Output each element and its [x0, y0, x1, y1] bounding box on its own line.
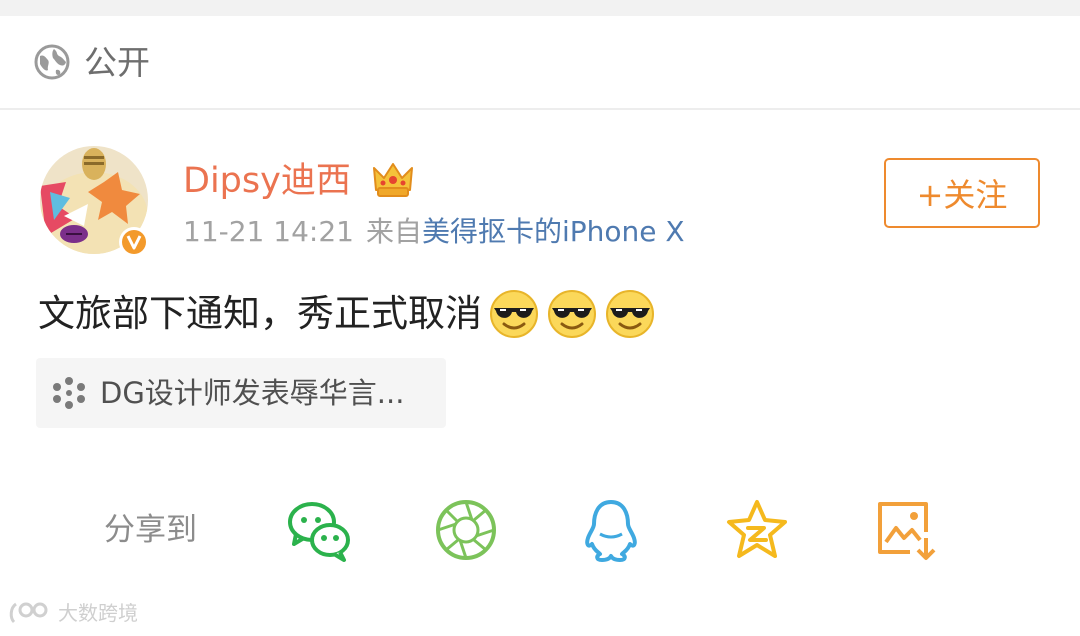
topic-label: DG设计师发表辱华言...: [100, 376, 405, 410]
watermark-logo-icon: [9, 602, 48, 624]
top-strip: [0, 0, 1080, 16]
wechat-icon[interactable]: [286, 498, 352, 562]
sunglasses-emoji-icon: [490, 290, 538, 338]
source-prefix: 来自: [365, 215, 422, 248]
author-name[interactable]: Dipsy迪西: [183, 158, 351, 204]
sunglasses-emoji-icon: [606, 290, 654, 338]
follow-button[interactable]: +关注: [884, 158, 1040, 228]
watermark-text: 大数跨境: [58, 601, 138, 625]
vip-crown-icon: [373, 163, 413, 197]
watermark: 大数跨境: [8, 600, 138, 626]
linked-topic-card[interactable]: DG设计师发表辱华言...: [36, 358, 446, 428]
share-label: 分享到: [104, 512, 197, 548]
post-text: 文旅部下通知，秀正式取消: [38, 292, 482, 335]
qzone-icon[interactable]: [724, 498, 790, 562]
sunglasses-emoji-icon: [548, 290, 596, 338]
globe-icon: [34, 44, 70, 80]
qq-icon[interactable]: [578, 498, 644, 562]
follow-label: +关注: [916, 176, 1008, 214]
post-time: 11-21 14:21: [183, 215, 354, 248]
post-body: 文旅部下通知，秀正式取消: [38, 284, 656, 344]
post-meta: 11-21 14:21 来自美得抠卡的iPhone X: [183, 210, 685, 254]
divider: [0, 108, 1080, 110]
topic-icon: [53, 377, 85, 409]
visibility-label: 公开: [84, 43, 150, 82]
moments-icon[interactable]: [434, 498, 500, 562]
save-image-icon[interactable]: [874, 498, 940, 562]
avatar[interactable]: [36, 146, 156, 258]
source-device-link[interactable]: 美得抠卡的iPhone X: [422, 215, 685, 248]
